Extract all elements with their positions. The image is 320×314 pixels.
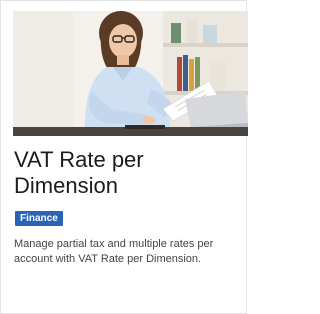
card-description: Manage partial tax and multiple rates pe… <box>14 238 214 265</box>
card-title[interactable]: VAT Rate per Dimension <box>14 147 238 199</box>
woman-with-laptop-photo-icon <box>13 11 248 136</box>
category-badge: Finance <box>15 211 63 226</box>
app-card[interactable]: VAT Rate per Dimension Finance Manage pa… <box>0 0 248 314</box>
hero-image <box>13 11 248 136</box>
